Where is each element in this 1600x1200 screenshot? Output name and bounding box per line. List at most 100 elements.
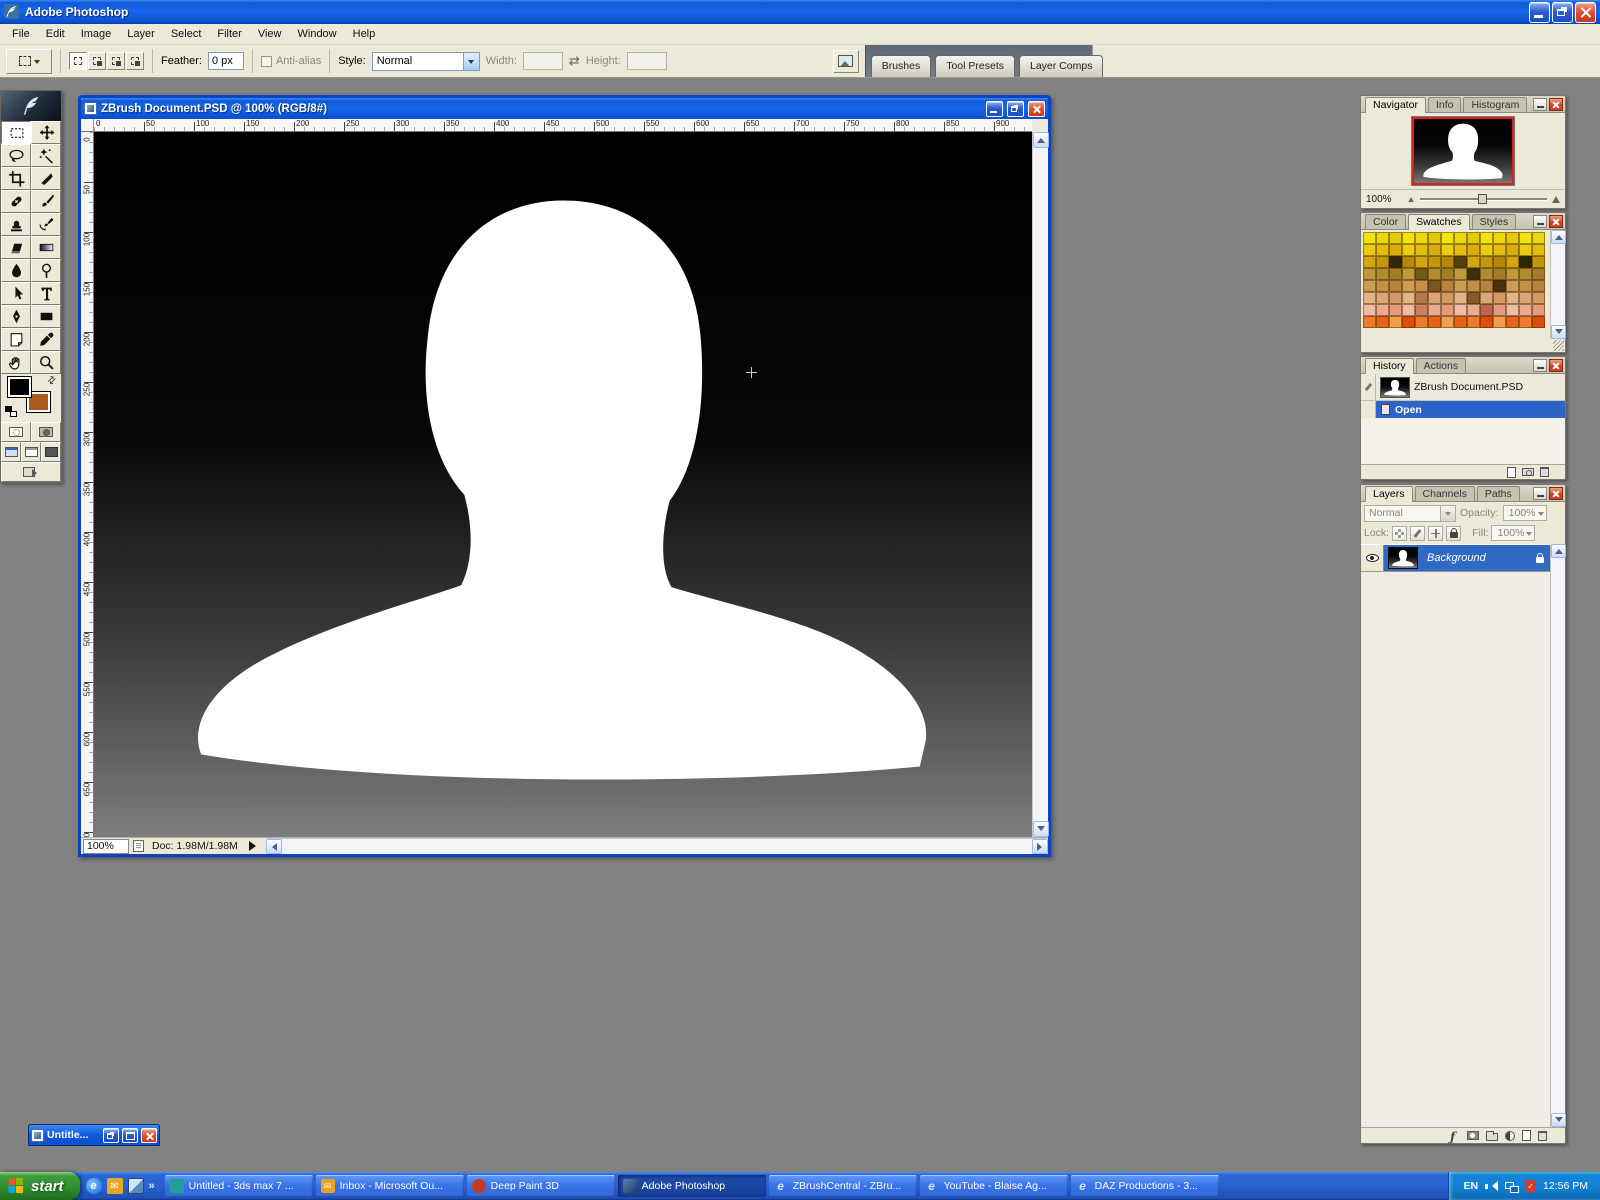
tab-history[interactable]: History bbox=[1365, 358, 1414, 374]
new-snapshot-icon[interactable] bbox=[1522, 468, 1534, 476]
height-input[interactable] bbox=[627, 52, 667, 70]
color-swatch[interactable] bbox=[1402, 244, 1415, 256]
standard-mode-button[interactable] bbox=[1, 422, 31, 442]
well-tab-layer-comps[interactable]: Layer Comps bbox=[1019, 55, 1103, 77]
color-swatch[interactable] bbox=[1467, 256, 1480, 268]
swap-colors-icon[interactable] bbox=[45, 374, 59, 388]
default-colors-icon[interactable] bbox=[5, 406, 19, 419]
color-swatch[interactable] bbox=[1532, 304, 1545, 316]
color-swatch[interactable] bbox=[1441, 304, 1454, 316]
toolbox-header[interactable] bbox=[1, 91, 61, 121]
color-swatch[interactable] bbox=[1363, 280, 1376, 292]
slider-thumb[interactable] bbox=[1478, 194, 1487, 204]
delete-state-icon[interactable] bbox=[1540, 467, 1549, 477]
color-swatch[interactable] bbox=[1428, 304, 1441, 316]
color-swatch[interactable] bbox=[1519, 280, 1532, 292]
color-swatch[interactable] bbox=[1428, 244, 1441, 256]
language-indicator[interactable]: EN bbox=[1463, 1180, 1478, 1192]
color-swatch[interactable] bbox=[1532, 256, 1545, 268]
palette-close-button[interactable] bbox=[1549, 487, 1563, 500]
color-swatch[interactable] bbox=[1454, 232, 1467, 244]
color-swatch[interactable] bbox=[1454, 280, 1467, 292]
antialias-checkbox[interactable]: Anti-alias bbox=[261, 55, 321, 67]
color-swatch[interactable] bbox=[1402, 268, 1415, 280]
color-swatch[interactable] bbox=[1467, 232, 1480, 244]
tab-layers[interactable]: Layers bbox=[1365, 486, 1413, 502]
navigator-zoom-slider[interactable] bbox=[1420, 193, 1547, 205]
color-swatch[interactable] bbox=[1363, 316, 1376, 328]
color-swatch[interactable] bbox=[1480, 232, 1493, 244]
color-swatch[interactable] bbox=[1441, 232, 1454, 244]
color-swatch[interactable] bbox=[1402, 292, 1415, 304]
taskbar-button-ie[interactable]: DAZ Productions - 3... bbox=[1071, 1175, 1219, 1197]
color-swatch[interactable] bbox=[1415, 268, 1428, 280]
tab-navigator[interactable]: Navigator bbox=[1365, 97, 1426, 113]
color-swatch[interactable] bbox=[1532, 280, 1545, 292]
color-swatch[interactable] bbox=[1441, 268, 1454, 280]
palette-minimize-button[interactable] bbox=[1533, 215, 1547, 228]
color-swatch[interactable] bbox=[1441, 256, 1454, 268]
fullscreen-screen-mode-button[interactable] bbox=[41, 442, 61, 462]
taskbar-button-outlook[interactable]: Inbox - Microsoft Ou... bbox=[316, 1175, 464, 1197]
close-button[interactable] bbox=[1575, 2, 1596, 23]
color-swatch[interactable] bbox=[1480, 256, 1493, 268]
color-swatch[interactable] bbox=[1402, 316, 1415, 328]
navigator-view-rectangle[interactable] bbox=[1412, 117, 1514, 185]
scroll-down-button[interactable] bbox=[1551, 325, 1566, 339]
color-swatch[interactable] bbox=[1389, 244, 1402, 256]
color-swatch[interactable] bbox=[1506, 280, 1519, 292]
color-swatch[interactable] bbox=[1480, 316, 1493, 328]
color-swatch[interactable] bbox=[1376, 316, 1389, 328]
fullscreen-menu-screen-mode-button[interactable] bbox=[21, 442, 41, 462]
color-swatch[interactable] bbox=[1493, 268, 1506, 280]
color-swatch[interactable] bbox=[1428, 232, 1441, 244]
color-swatch[interactable] bbox=[1389, 316, 1402, 328]
crop-tool[interactable] bbox=[1, 167, 31, 190]
color-swatch[interactable] bbox=[1480, 268, 1493, 280]
color-swatch[interactable] bbox=[1415, 280, 1428, 292]
show-desktop-icon[interactable] bbox=[128, 1178, 144, 1194]
color-swatch[interactable] bbox=[1519, 304, 1532, 316]
new-layer-icon[interactable] bbox=[1522, 1130, 1531, 1141]
color-swatch[interactable] bbox=[1532, 232, 1545, 244]
hand-tool[interactable] bbox=[1, 351, 31, 374]
well-tab-tool-presets[interactable]: Tool Presets bbox=[935, 55, 1015, 77]
taskbar-button-deeppaint[interactable]: Deep Paint 3D bbox=[467, 1175, 615, 1197]
color-swatch[interactable] bbox=[1389, 256, 1402, 268]
status-bar-menu-button[interactable] bbox=[246, 840, 260, 853]
color-swatch[interactable] bbox=[1519, 244, 1532, 256]
dodge-tool[interactable] bbox=[31, 259, 61, 282]
resize-grip[interactable] bbox=[1553, 340, 1564, 351]
minwin-maximize-button[interactable] bbox=[122, 1128, 138, 1143]
color-swatch[interactable] bbox=[1532, 316, 1545, 328]
restore-button[interactable] bbox=[1552, 2, 1573, 23]
slice-tool[interactable] bbox=[31, 167, 61, 190]
color-swatch[interactable] bbox=[1506, 316, 1519, 328]
palette-minimize-button[interactable] bbox=[1533, 98, 1547, 111]
color-swatch[interactable] bbox=[1441, 280, 1454, 292]
minwin-close-button[interactable] bbox=[141, 1128, 157, 1143]
fill-input[interactable]: 100% bbox=[1491, 525, 1535, 541]
color-swatch[interactable] bbox=[1506, 268, 1519, 280]
layer-row-background[interactable]: Background bbox=[1361, 545, 1550, 572]
scroll-up-button[interactable] bbox=[1551, 230, 1566, 244]
tab-color[interactable]: Color bbox=[1365, 214, 1406, 229]
color-swatch[interactable] bbox=[1428, 268, 1441, 280]
color-swatch[interactable] bbox=[1415, 304, 1428, 316]
color-swatch[interactable] bbox=[1389, 292, 1402, 304]
volume-icon[interactable] bbox=[1485, 1180, 1498, 1193]
standard-screen-mode-button[interactable] bbox=[1, 442, 21, 462]
color-swatch[interactable] bbox=[1454, 256, 1467, 268]
start-button[interactable]: start bbox=[0, 1172, 80, 1200]
style-select[interactable]: Normal bbox=[372, 52, 480, 71]
magic-wand-tool[interactable] bbox=[31, 144, 61, 167]
document-titlebar[interactable]: ZBrush Document.PSD @ 100% (RGB/8#) bbox=[81, 98, 1048, 119]
color-swatch[interactable] bbox=[1493, 280, 1506, 292]
color-swatch[interactable] bbox=[1363, 244, 1376, 256]
color-swatch[interactable] bbox=[1467, 316, 1480, 328]
color-swatch[interactable] bbox=[1480, 280, 1493, 292]
color-swatch[interactable] bbox=[1467, 268, 1480, 280]
color-swatch[interactable] bbox=[1519, 232, 1532, 244]
tab-swatches[interactable]: Swatches bbox=[1408, 214, 1470, 230]
palette-minimize-button[interactable] bbox=[1533, 359, 1547, 372]
